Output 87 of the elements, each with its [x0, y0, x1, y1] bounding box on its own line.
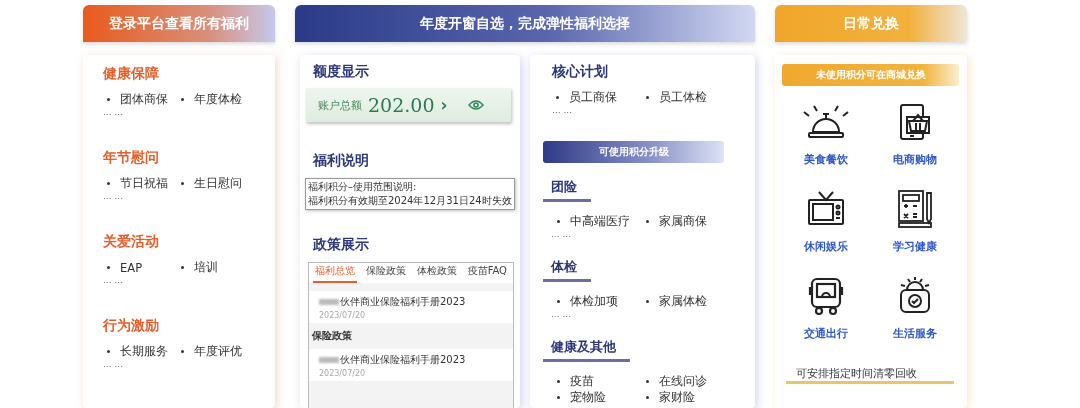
- calculator-icon: [896, 189, 933, 229]
- list-item: 家财险: [659, 390, 695, 405]
- group-heading: 年节慰问: [103, 149, 159, 167]
- group-heading: 健康保障: [103, 65, 159, 83]
- more-text: ... ...: [103, 359, 125, 369]
- service-label[interactable]: 学习健康: [892, 239, 937, 254]
- bullet-icon: [107, 98, 110, 101]
- bus-icon: [808, 276, 845, 316]
- blur-mark: [319, 357, 339, 363]
- bullet-icon: [181, 266, 184, 269]
- bullet-icon: [646, 396, 649, 399]
- policy-tab[interactable]: 福利总览: [313, 263, 357, 283]
- bullet-icon: [107, 350, 110, 353]
- list-item: 员工体检: [658, 90, 707, 105]
- footer-note: 可安排指定时间清零回收: [786, 366, 954, 384]
- bullet-icon: [646, 220, 649, 223]
- bullet-icon: [107, 182, 110, 185]
- service-label[interactable]: 交通出行: [804, 326, 849, 341]
- list-item: 家属商保: [659, 214, 707, 229]
- list-item: 长期服务: [120, 344, 168, 359]
- group-heading: 健康及其他: [543, 339, 630, 362]
- service-label[interactable]: 美食餐饮: [804, 152, 849, 167]
- group-heading: 体检: [543, 259, 591, 282]
- bullet-icon: [646, 300, 649, 303]
- policy-tab[interactable]: 体检政策: [414, 263, 459, 283]
- document-title: 伙伴商业保险福利手册2023: [340, 295, 466, 309]
- bullet-icon: [557, 396, 560, 399]
- balance-amount: 202.00: [368, 94, 435, 116]
- bullet-icon: [646, 380, 649, 383]
- list-item: 培训: [194, 260, 218, 275]
- service-label[interactable]: 电商购物: [892, 152, 937, 167]
- list-item: 家属体检: [659, 294, 707, 309]
- eye-icon[interactable]: [467, 99, 484, 111]
- list-item: 疫苗: [570, 374, 594, 389]
- list-item: 在线问诊: [659, 374, 707, 389]
- bullet-icon: [181, 182, 184, 185]
- section-heading: 福利说明: [311, 152, 370, 170]
- bullet-icon: [645, 96, 649, 99]
- section-heading: 额度显示: [312, 63, 370, 81]
- panel-header: 日常兑换: [775, 5, 967, 42]
- document-title: 伙伴商业保险福利手册2023: [340, 353, 466, 367]
- more-text: ... ...: [103, 191, 125, 201]
- more-text: ... ...: [552, 105, 574, 115]
- document-item[interactable]: 伙伴商业保险福利手册2023 2023/07/20: [309, 291, 513, 323]
- service-label[interactable]: 休闲娱乐: [804, 239, 849, 254]
- list-item: EAP: [120, 260, 143, 275]
- bullet-icon: [556, 96, 559, 99]
- list-item: 生日慰问: [194, 176, 242, 191]
- policy-section-label: 保险政策: [311, 329, 353, 343]
- list-item: 团体商保: [120, 92, 168, 107]
- upgrade-banner: 可使用积分升级: [543, 141, 724, 163]
- more-text: ... ...: [551, 229, 573, 239]
- service-label[interactable]: 生活服务: [892, 326, 937, 341]
- more-text: ... ...: [103, 107, 125, 117]
- bullet-icon: [557, 220, 560, 223]
- group-heading: 关爱活动: [103, 233, 159, 251]
- group-heading: 团险: [543, 179, 591, 202]
- list-item: 员工商保: [569, 90, 617, 105]
- policy-tab[interactable]: 保险政策: [363, 263, 408, 283]
- group-heading: 核心计划: [552, 63, 608, 81]
- bullet-icon: [181, 98, 184, 101]
- document-date: 2023/07/20: [319, 311, 367, 320]
- list-item: 体检加项: [570, 294, 618, 309]
- panel-header: 年度开窗自选，完成弹性福利选择: [295, 5, 755, 42]
- exchange-banner: 未使用积分可在商城兑换: [782, 64, 959, 86]
- list-item: 年度评优: [194, 344, 242, 359]
- panel-header: 登录平台查看所有福利: [83, 5, 275, 42]
- bullet-icon: [181, 350, 184, 353]
- bullet-icon: [557, 380, 560, 383]
- chevron-link[interactable]: ›: [440, 95, 448, 115]
- more-text: ... ...: [103, 275, 125, 285]
- list-item: 节日祝福: [120, 176, 168, 191]
- balance-label: 账户总额: [318, 97, 362, 113]
- document-item[interactable]: 伙伴商业保险福利手册2023 2023/07/20: [309, 349, 513, 381]
- list-item: 宠物险: [570, 390, 606, 405]
- group-heading: 行为激励: [103, 317, 159, 335]
- section-heading: 政策展示: [312, 236, 370, 254]
- document-date: 2023/07/20: [319, 369, 367, 378]
- blur-mark: [319, 299, 339, 305]
- bullet-icon: [557, 300, 560, 303]
- list-item: 年度体检: [194, 92, 242, 107]
- television-icon: [807, 190, 846, 228]
- bullet-icon: [107, 266, 110, 269]
- list-item: 中高端医疗: [570, 214, 630, 229]
- more-text: ... ...: [551, 309, 573, 319]
- notice-text: 福利积分–使用范围说明: 福利积分有效期至2024年12月31日24时失效: [305, 178, 515, 210]
- policy-tab[interactable]: 疫苗FAQ: [465, 263, 509, 283]
